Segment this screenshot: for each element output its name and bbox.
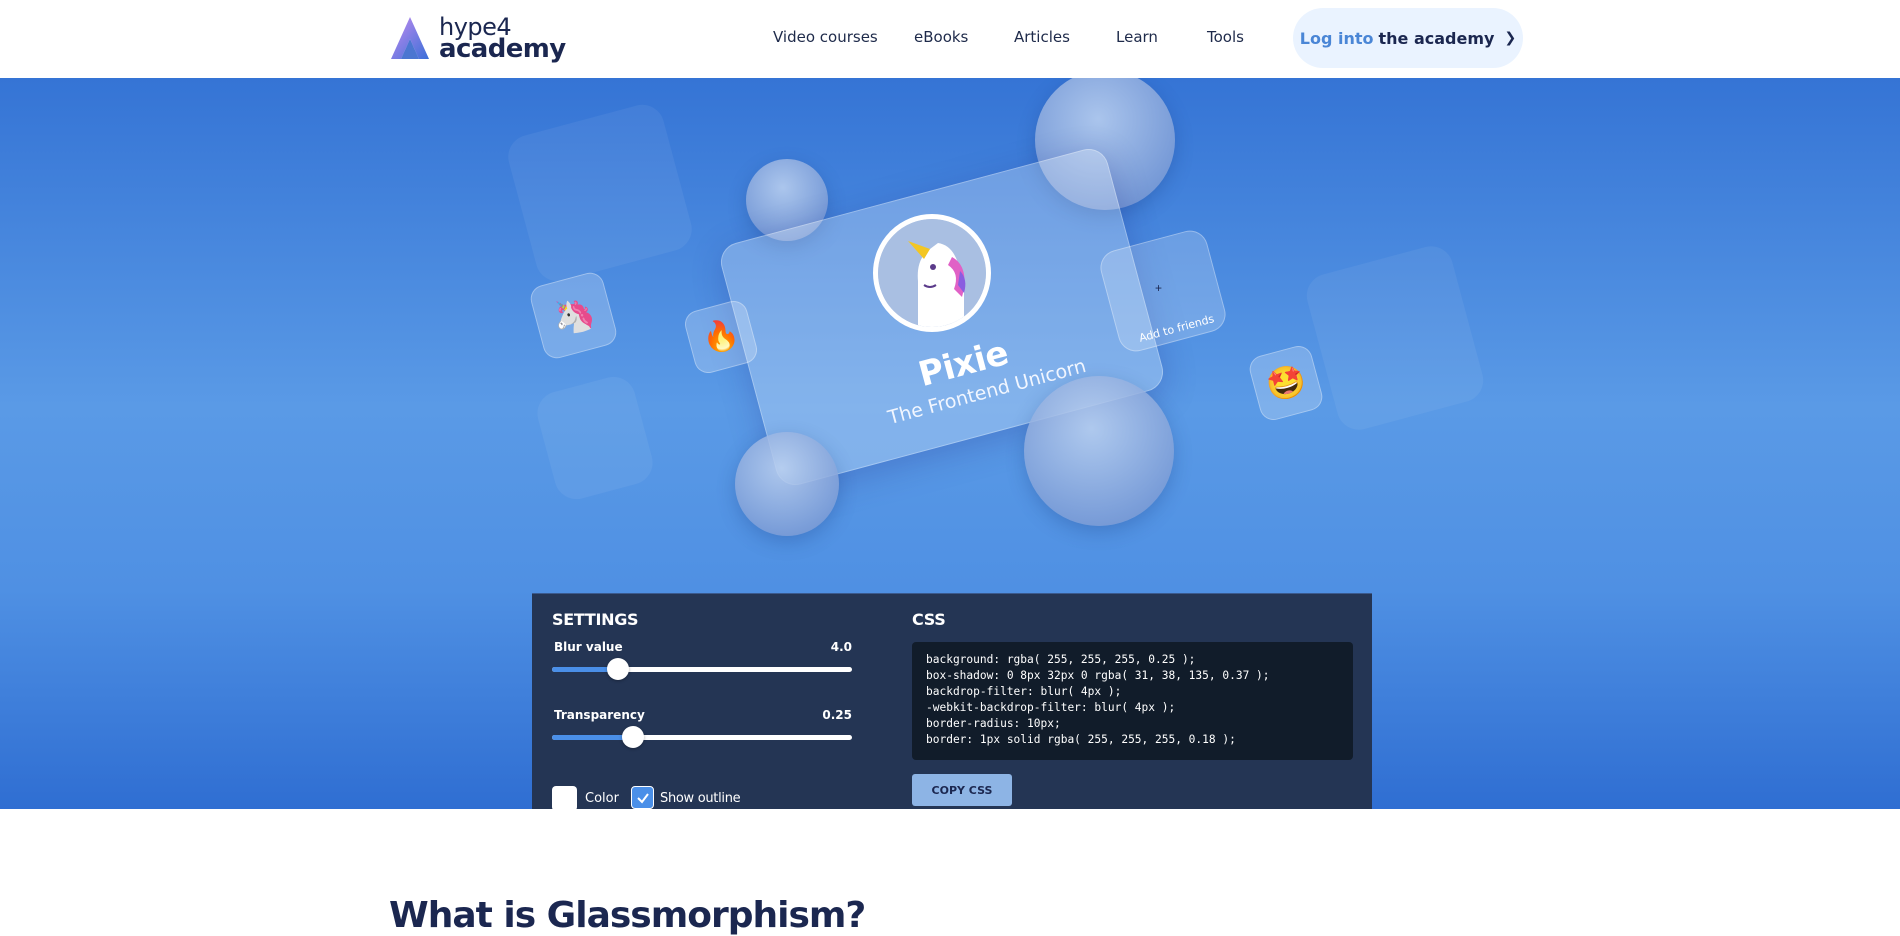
css-code-line: border: 1px solid rgba( 255, 255, 255, 0… <box>926 733 1236 746</box>
transparency-slider-fill <box>552 735 633 740</box>
nav-articles[interactable]: Articles <box>1014 28 1070 46</box>
unicorn-emoji-icon: 🦄 <box>548 291 599 340</box>
login-academy-button[interactable]: Log into the academy ❯ <box>1293 8 1523 68</box>
glassmorphism-hero: Pixie The Frontend Unicorn + Add to frie… <box>0 78 1900 809</box>
logo-text-bottom: academy <box>439 34 566 64</box>
site-header: hype4 academy Video courses eBooks Artic… <box>0 0 1900 78</box>
unicorn-tile: 🦄 <box>527 269 620 362</box>
unicorn-avatar-icon <box>878 219 986 327</box>
nav-tools[interactable]: Tools <box>1207 28 1244 46</box>
css-code-block[interactable]: background: rgba( 255, 255, 255, 0.25 );… <box>912 642 1353 760</box>
glass-sphere <box>735 432 839 536</box>
ghost-card <box>503 99 697 287</box>
transparency-value: 0.25 <box>822 708 852 722</box>
login-accent-text: Log into <box>1299 28 1374 48</box>
section-heading: What is Glassmorphism? <box>389 895 866 936</box>
transparency-slider[interactable] <box>552 726 852 748</box>
login-text: the academy <box>1378 28 1495 48</box>
css-code-line: background: rgba( 255, 255, 255, 0.25 ); <box>926 653 1196 666</box>
unicorn-avatar <box>873 214 991 332</box>
star-struck-tile: 🤩 <box>1246 342 1326 424</box>
show-outline-checkbox[interactable] <box>631 786 654 809</box>
plus-icon: + <box>1155 281 1163 295</box>
nav-learn[interactable]: Learn <box>1116 28 1158 46</box>
settings-panel: SETTINGS Blur value 4.0 Transparency 0.2… <box>532 593 1372 809</box>
css-code-line: box-shadow: 0 8px 32px 0 rgba( 31, 38, 1… <box>926 669 1270 682</box>
show-outline-label: Show outline <box>660 791 741 806</box>
color-label: Color <box>585 791 619 806</box>
copy-css-button[interactable]: COPY CSS <box>912 774 1012 806</box>
blur-value: 4.0 <box>830 640 852 654</box>
chevron-right-icon: ❯ <box>1504 30 1517 46</box>
ghost-card <box>1301 241 1489 435</box>
blur-slider[interactable] <box>552 658 852 680</box>
css-title: CSS <box>912 610 946 629</box>
transparency-slider-handle[interactable] <box>622 726 644 748</box>
css-code-line: backdrop-filter: blur( 4px ); <box>926 685 1122 698</box>
blur-slider-handle[interactable] <box>607 658 629 680</box>
hype4academy-logo[interactable]: hype4 academy <box>389 14 566 62</box>
settings-title: SETTINGS <box>552 610 639 629</box>
css-code-line: -webkit-backdrop-filter: blur( 4px ); <box>926 701 1176 714</box>
logo-mark-icon <box>391 17 429 59</box>
fire-emoji-icon: 🔥 <box>698 315 744 358</box>
blur-label: Blur value <box>554 640 623 654</box>
glass-sphere <box>1024 376 1174 526</box>
color-picker[interactable] <box>552 786 577 809</box>
nav-video-courses[interactable]: Video courses <box>773 28 878 46</box>
checkmark-icon <box>636 792 649 804</box>
star-struck-emoji-icon: 🤩 <box>1262 360 1310 406</box>
css-code-line: border-radius: 10px; <box>926 717 1061 730</box>
ghost-card <box>532 371 658 505</box>
transparency-label: Transparency <box>554 708 645 722</box>
nav-ebooks[interactable]: eBooks <box>914 28 968 46</box>
